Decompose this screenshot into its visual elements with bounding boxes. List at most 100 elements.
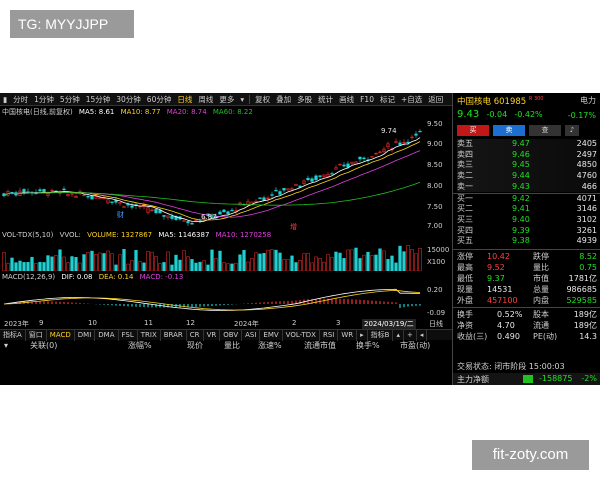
stat-value: 14531 — [487, 285, 513, 294]
tab-trix[interactable]: TRIX — [138, 329, 161, 341]
sell-order-row[interactable]: 卖四 9.46 2497 — [457, 149, 597, 161]
sector-label[interactable]: 电力 — [580, 95, 596, 106]
sell-order-row[interactable]: 卖二 9.44 4760 — [457, 171, 597, 182]
candle-body — [126, 204, 130, 206]
buy-button[interactable]: 买 — [457, 125, 489, 136]
candle-body — [262, 197, 266, 201]
volume-bar — [342, 258, 346, 271]
mark-cai[interactable]: 财 — [117, 210, 124, 220]
stock-title: 中国核电 601985 R 300 — [457, 95, 543, 107]
volume-bar — [198, 261, 202, 271]
tab-brar[interactable]: BRAR — [161, 329, 187, 341]
order-price: 9.47 — [512, 139, 530, 148]
buy-order-row[interactable]: 买三 9.40 3102 — [457, 215, 597, 226]
col-turnover[interactable]: 换手% — [356, 340, 380, 351]
expand-icon[interactable]: ▴ — [393, 329, 404, 341]
buy-order-row[interactable]: 买一 9.42 4071 — [457, 194, 597, 205]
bell-icon[interactable]: ♪ — [565, 125, 579, 136]
legend-ma20: MA20: 8.74 — [166, 108, 207, 116]
tab-macd[interactable]: MACD — [47, 329, 75, 341]
sell-order-row[interactable]: 卖三 9.45 4850 — [457, 160, 597, 172]
col-related[interactable]: 关联(0) — [30, 340, 57, 351]
macd-chart[interactable] — [0, 284, 424, 318]
volume-bar — [314, 256, 318, 271]
tab-vr[interactable]: VR — [204, 329, 221, 341]
tool-back[interactable]: 返回 — [425, 93, 446, 106]
period-weekly[interactable]: 周线 — [195, 93, 216, 106]
volume-bar — [306, 252, 310, 271]
tool-f10[interactable]: F10 — [357, 93, 377, 106]
tab-dma[interactable]: DMA — [95, 329, 119, 341]
col-change-pct[interactable]: 涨幅% — [128, 340, 152, 351]
scroll-left-icon[interactable]: ◂ — [417, 329, 428, 341]
period-daily[interactable]: 日线 — [174, 93, 195, 106]
volume-bar — [122, 249, 126, 271]
col-vol-ratio[interactable]: 量比 — [224, 340, 240, 351]
check-button[interactable]: 查 — [529, 125, 561, 136]
list-arrow-icon[interactable]: ▾ — [4, 341, 8, 350]
order-volume: 466 — [581, 181, 597, 191]
period-6[interactable]: 60分钟 — [144, 93, 175, 106]
volume-bar — [130, 260, 134, 271]
tool-watchlist[interactable]: +自选 — [398, 93, 425, 106]
volume-bar — [202, 260, 206, 271]
volume-bar — [174, 254, 178, 271]
volume-chart[interactable] — [0, 241, 424, 271]
date-label: 2024年 — [234, 320, 259, 328]
period-1[interactable]: 分时 — [10, 93, 31, 106]
stat-label: 内盘 — [533, 296, 549, 305]
tab-emv[interactable]: EMV — [260, 329, 283, 341]
tab-dmi[interactable]: DMI — [75, 329, 96, 341]
tab-vol-tdx[interactable]: VOL-TDX — [283, 329, 320, 341]
tab-more-icon[interactable]: ▸ — [357, 329, 368, 341]
sell-order-row[interactable]: 卖五 9.47 2405 — [457, 139, 597, 150]
order-volume: 4939 — [576, 236, 597, 246]
col-price[interactable]: 现价 — [187, 340, 203, 351]
divider — [249, 94, 251, 104]
tool-overlay[interactable]: 叠加 — [273, 93, 294, 106]
volume-bar — [2, 252, 6, 271]
candle-body — [190, 223, 194, 225]
period-4[interactable]: 15分钟 — [83, 93, 114, 106]
volume-bar — [282, 259, 286, 271]
col-speed[interactable]: 涨速% — [258, 340, 282, 351]
mark-zeng[interactable]: 增 — [290, 222, 297, 232]
tab-wr[interactable]: WR — [338, 329, 358, 341]
sell-order-row[interactable]: 卖一 9.43 466 — [457, 181, 597, 193]
menu-icon[interactable]: ▮ — [0, 93, 10, 106]
stat-label: 流通 — [533, 321, 549, 330]
tool-mark[interactable]: 标记 — [377, 93, 398, 106]
period-more[interactable]: 更多 — [216, 93, 237, 106]
date-cursor: 2024/03/19/二 — [362, 319, 416, 329]
order-label: 买四 — [457, 225, 473, 235]
tool-draw[interactable]: 画线 — [336, 93, 357, 106]
tool-fuquan[interactable]: 复权 — [252, 93, 273, 106]
volume-bar — [410, 249, 414, 271]
candle-body — [222, 209, 226, 213]
tab-window[interactable]: 窗口 — [26, 329, 47, 341]
buy-order-row[interactable]: 买五 9.38 4939 — [457, 236, 597, 247]
tool-multi[interactable]: 多股 — [294, 93, 315, 106]
tab-indicator-b[interactable]: 指标B — [368, 329, 394, 341]
tool-stats[interactable]: 统计 — [315, 93, 336, 106]
tab-rsi[interactable]: RSI — [320, 329, 339, 341]
trade-buttons: 买 卖 查 ♪ — [457, 125, 579, 136]
order-price: 9.44 — [512, 171, 530, 181]
col-float-cap[interactable]: 流通市值 — [304, 340, 336, 351]
buy-order-row[interactable]: 买二 9.41 3146 — [457, 204, 597, 215]
tab-fsl[interactable]: FSL — [119, 329, 138, 341]
tab-obv[interactable]: OBV — [220, 329, 243, 341]
candle-body — [330, 173, 334, 175]
add-icon[interactable]: + — [404, 329, 417, 341]
tab-cr[interactable]: CR — [187, 329, 204, 341]
period-2[interactable]: 1分钟 — [31, 93, 57, 106]
sell-button[interactable]: 卖 — [493, 125, 525, 136]
chevron-down-icon[interactable]: ▾ — [237, 93, 247, 106]
tab-asi[interactable]: ASI — [242, 329, 261, 341]
period-5[interactable]: 30分钟 — [113, 93, 144, 106]
candle-body — [26, 191, 30, 193]
tab-indicator-a[interactable]: 指标A — [0, 329, 26, 341]
period-3[interactable]: 5分钟 — [57, 93, 83, 106]
col-pe[interactable]: 市盈(动) — [400, 340, 430, 351]
buy-order-row[interactable]: 买四 9.39 3261 — [457, 226, 597, 237]
